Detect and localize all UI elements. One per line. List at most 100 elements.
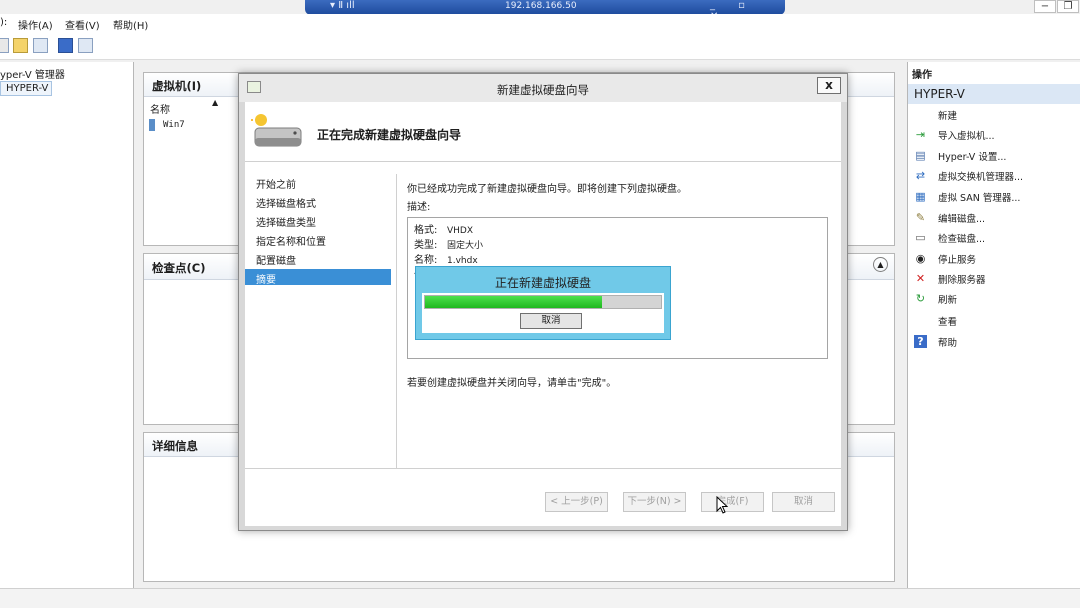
show-hide-action-pane-icon[interactable] <box>78 38 93 53</box>
progress-fill <box>425 296 602 308</box>
progress-cancel-button[interactable]: 取消 <box>520 313 582 329</box>
virtual-disk-icon <box>249 110 305 152</box>
folder-up-icon[interactable] <box>13 38 28 53</box>
help-icon[interactable] <box>58 38 73 53</box>
action-stop-service-label: 停止服务 <box>938 255 977 266</box>
close-button[interactable]: x <box>817 77 841 94</box>
step-before-you-begin[interactable]: 开始之前 <box>245 174 391 191</box>
action-view[interactable]: 查看 <box>912 311 1077 331</box>
action-virtual-switch-manager-label: 虚拟交换机管理器... <box>938 172 1024 183</box>
checkpoints-pane-title: 检查点(C) <box>152 261 206 275</box>
finish-button[interactable]: 完成(F) <box>701 492 764 512</box>
collapse-icon[interactable]: ▲ <box>873 257 888 272</box>
tree-node-server[interactable]: HYPER-V <box>0 81 52 96</box>
sort-ascending-icon: ▲ <box>212 98 219 107</box>
summary-intro: 你已经成功完成了新建虚拟硬盘向导。即将创建下列虚拟硬盘。 <box>407 184 687 195</box>
step-label: 摘要 <box>256 275 276 286</box>
mouse-cursor-icon <box>716 495 729 517</box>
stop-icon: ◉ <box>915 252 926 265</box>
delete-icon: ✕ <box>915 272 926 285</box>
step-label: 配置磁盘 <box>256 256 296 267</box>
action-stop-service[interactable]: ◉ 停止服务 <box>912 249 1077 269</box>
action-edit-disk[interactable]: ✎ 编辑磁盘... <box>912 208 1077 228</box>
action-refresh[interactable]: ↻ 刷新 <box>912 289 1077 309</box>
edit-disk-icon: ✎ <box>915 211 926 224</box>
details-pane-title: 详细信息 <box>152 439 198 453</box>
remote-ip-label: 192.168.166.50 <box>505 1 577 11</box>
desc-value: 1.vhdx <box>447 256 478 266</box>
finish-instruction: 若要创建虚拟硬盘并关闭向导，请单击"完成"。 <box>407 378 617 389</box>
dialog-title: 新建虚拟硬盘向导 <box>497 83 589 97</box>
action-view-label: 查看 <box>938 317 958 328</box>
desc-key: 类型: <box>414 240 438 251</box>
help-icon: ? <box>914 335 927 348</box>
restore-button[interactable]: ❐ <box>1057 0 1079 13</box>
tree-node-server-label: HYPER-V <box>6 83 49 94</box>
navigation-tree: yper-V 管理器 HYPER-V <box>0 62 134 588</box>
action-new[interactable]: 新建 <box>912 105 1077 125</box>
previous-button[interactable]: < 上一步(P) <box>545 492 608 512</box>
vm-icon <box>149 119 155 131</box>
action-remove-server[interactable]: ✕ 删除服务器 <box>912 269 1077 289</box>
desc-key: 格式: <box>414 225 438 236</box>
switch-icon: ⇄ <box>915 169 926 182</box>
action-edit-disk-label: 编辑磁盘... <box>938 214 986 225</box>
show-hide-tree-icon[interactable] <box>33 38 48 53</box>
refresh-icon: ↻ <box>915 292 926 305</box>
san-icon: ▦ <box>915 190 926 203</box>
wizard-heading: 正在完成新建虚拟硬盘向导 <box>317 128 462 142</box>
actions-header: 操作 <box>912 70 932 81</box>
remote-connection-bar[interactable]: ▾ Ⅱ ıll 192.168.166.50 _ ▫ ✕ <box>305 0 785 22</box>
menu-help[interactable]: 帮助(H) <box>113 17 148 32</box>
action-import-vm[interactable]: ⇥ 导入虚拟机... <box>912 125 1077 145</box>
action-virtual-switch-manager[interactable]: ⇄ 虚拟交换机管理器... <box>912 166 1077 186</box>
menu-action[interactable]: 操作(A) <box>18 17 53 32</box>
vm-pane-title: 虚拟机(I) <box>152 79 202 93</box>
action-help[interactable]: ? 帮助 <box>912 332 1077 352</box>
menu-bar: ): 操作(A) 查看(V) 帮助(H) <box>0 14 1080 34</box>
connection-bar-icons[interactable]: ▾ Ⅱ ıll <box>330 0 355 11</box>
progress-bar <box>424 295 662 309</box>
actions-server-header[interactable]: HYPER-V <box>908 84 1080 104</box>
step-configure-disk[interactable]: 配置磁盘 <box>245 250 391 267</box>
settings-icon: ▤ <box>915 149 926 162</box>
desc-format: 格式: VHDX <box>414 221 473 236</box>
dialog-titlebar[interactable]: 新建虚拟硬盘向导 x <box>239 74 847 102</box>
vm-column-name[interactable]: 名称 <box>150 101 170 116</box>
step-label: 选择磁盘类型 <box>256 218 316 229</box>
action-new-label: 新建 <box>938 111 958 122</box>
step-summary[interactable]: 摘要 <box>245 269 391 286</box>
toolbar <box>0 34 1080 60</box>
step-choose-type[interactable]: 选择磁盘类型 <box>245 212 391 229</box>
back-icon[interactable] <box>0 38 9 53</box>
divider <box>245 468 841 469</box>
vm-row[interactable]: Win7 <box>163 120 185 130</box>
step-name-location[interactable]: 指定名称和位置 <box>245 231 391 248</box>
step-label: 选择磁盘格式 <box>256 199 316 210</box>
progress-title: 正在新建虚拟硬盘 <box>494 276 591 290</box>
progress-body: 取消 <box>422 293 664 333</box>
divider <box>396 174 397 468</box>
action-virtual-san-manager-label: 虚拟 SAN 管理器... <box>938 193 1021 204</box>
step-label: 开始之前 <box>256 180 296 191</box>
desc-type: 类型: 固定大小 <box>414 236 483 251</box>
action-refresh-label: 刷新 <box>938 295 958 306</box>
step-choose-format[interactable]: 选择磁盘格式 <box>245 193 391 210</box>
action-virtual-san-manager[interactable]: ▦ 虚拟 SAN 管理器... <box>912 187 1077 207</box>
action-import-vm-label: 导入虚拟机... <box>938 131 995 142</box>
action-hyperv-settings[interactable]: ▤ Hyper-V 设置... <box>912 146 1077 166</box>
progress-dialog: 正在新建虚拟硬盘 取消 <box>415 266 671 340</box>
menu-view[interactable]: 查看(V) <box>65 17 100 32</box>
next-button[interactable]: 下一步(N) > <box>623 492 686 512</box>
description-label: 描述: <box>407 202 431 213</box>
import-icon: ⇥ <box>915 128 926 141</box>
minimize-button[interactable]: − <box>1034 0 1056 13</box>
menu-file[interactable]: ): <box>0 17 7 28</box>
actions-server-label: HYPER-V <box>914 87 965 101</box>
inspect-disk-icon: ▭ <box>915 231 926 244</box>
tree-root-hyperv-manager[interactable]: yper-V 管理器 <box>0 66 65 81</box>
cancel-button[interactable]: 取消 <box>772 492 835 512</box>
action-inspect-disk[interactable]: ▭ 检查磁盘... <box>912 228 1077 248</box>
action-help-label: 帮助 <box>938 338 958 349</box>
actions-pane: 操作 HYPER-V 新建 ⇥ 导入虚拟机... ▤ Hyper-V 设置... ⇄… <box>907 62 1080 588</box>
